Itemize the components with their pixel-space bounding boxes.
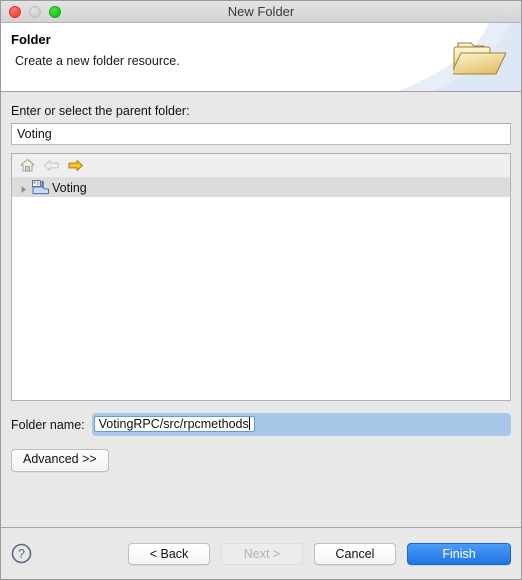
dialog-body: Enter or select the parent folder: Votin… [1,92,521,527]
advanced-button[interactable]: Advanced >> [11,449,109,472]
page-description: Create a new folder resource. [15,54,180,68]
window-title: New Folder [227,4,295,19]
chevron-right-icon[interactable] [18,182,29,193]
zoom-button[interactable] [49,5,61,18]
folder-name-value: VotingRPC/src/rpcmethods [98,417,249,431]
finish-button[interactable]: Finish [407,542,511,565]
next-button: Next > [221,542,303,565]
minimize-button[interactable] [29,5,41,18]
parent-folder-input[interactable] [11,123,511,145]
window-controls [9,5,61,18]
open-folder-icon [450,33,509,81]
cancel-button[interactable]: Cancel [314,542,396,565]
forward-arrow-icon[interactable] [67,157,84,174]
back-arrow-icon [43,157,60,174]
folder-name-label: Folder name: [11,417,85,432]
close-button[interactable] [9,5,21,18]
project-folder-icon [32,180,49,195]
folder-tree-panel: Voting [11,153,511,401]
folder-name-input[interactable]: VotingRPC/src/rpcmethods [93,416,255,432]
folder-name-row: Folder name: VotingRPC/src/rpcmethods [11,413,511,436]
tree-item-label: Voting [52,180,87,195]
help-question-icon[interactable]: ? [11,543,32,564]
footer-button-group: < Back Next > Cancel Finish [128,542,511,565]
new-folder-dialog: New Folder Folder Create a new folder re… [0,0,522,580]
title-bar: New Folder [1,1,521,23]
tree-toolbar [12,154,510,178]
back-button[interactable]: < Back [128,542,210,565]
folder-name-focus-ring: VotingRPC/src/rpcmethods [91,413,511,436]
parent-folder-label: Enter or select the parent folder: [11,104,190,118]
text-cursor [248,417,250,430]
tree-item-voting[interactable]: Voting [12,178,510,197]
tree-rows: Voting [12,178,510,400]
svg-text:?: ? [18,547,25,561]
wizard-header: Folder Create a new folder resource. [1,23,521,92]
home-icon[interactable] [19,157,36,174]
page-title: Folder [11,32,51,47]
dialog-footer: ? < Back Next > Cancel Finish [1,528,521,579]
